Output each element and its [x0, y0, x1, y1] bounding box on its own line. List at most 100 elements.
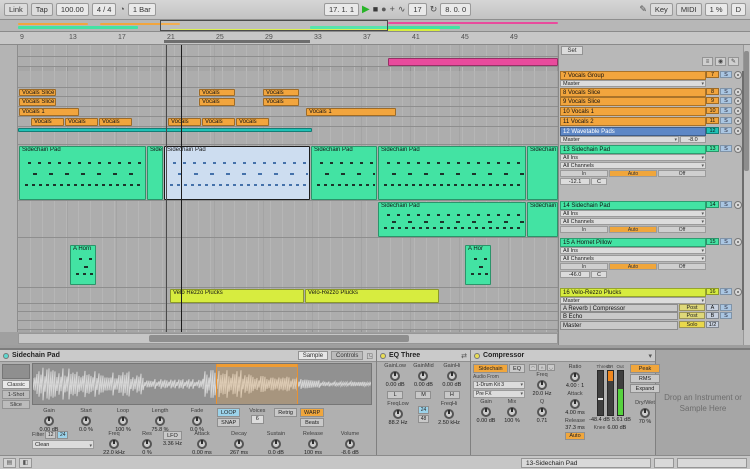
monitor-auto-button[interactable]: Auto	[609, 263, 657, 270]
env-decay-control[interactable]: Decay 267 ms	[222, 431, 256, 457]
output-routing-dropdown[interactable]: Master ▾	[560, 297, 706, 304]
drywet-control[interactable]: Dry/Wet 70 %	[629, 400, 661, 426]
midi-clip[interactable]: Sidechain Pad	[378, 202, 526, 237]
solo-button[interactable]: S	[720, 238, 732, 245]
slope-48-button[interactable]: 48	[418, 414, 429, 423]
ratio-knob[interactable]	[570, 372, 580, 382]
filter-slope-12-button[interactable]: 12	[45, 431, 57, 439]
track-header[interactable]: B Echo	[560, 312, 678, 320]
gain-low-control[interactable]: GainLow 0.00 dB	[381, 363, 409, 389]
loop-region-selection[interactable]	[215, 364, 299, 404]
start-knob[interactable]	[81, 416, 91, 426]
output-routing-dropdown[interactable]: Master ▾	[560, 136, 679, 143]
comp-attack-knob[interactable]	[570, 399, 580, 409]
peak-mode-button[interactable]: Peak	[630, 364, 660, 373]
arm-button[interactable]	[734, 127, 742, 135]
arrangement-lane[interactable]	[18, 321, 558, 330]
ruler-tick[interactable]: 49	[510, 34, 518, 41]
audio-clip[interactable]: Vocals	[31, 118, 64, 126]
arrangement-lane[interactable]: Vocals Slice Vocals Vocals	[18, 97, 558, 107]
band-mid-button[interactable]: M	[415, 391, 432, 399]
track-header[interactable]: 14 Sidechain Pad	[560, 201, 706, 210]
tempo-field[interactable]: 100.00	[55, 3, 89, 16]
freq-hi-control[interactable]: FreqHi 2.50 kHz	[435, 401, 463, 427]
track-header[interactable]: 8 Vocals Slice	[560, 88, 706, 97]
monitor-in-button[interactable]: In	[560, 263, 608, 270]
gain-knob[interactable]	[44, 416, 54, 426]
arm-button[interactable]	[734, 288, 742, 296]
audio-clip[interactable]: Vocals	[263, 98, 299, 106]
solo-button[interactable]: S	[720, 312, 732, 319]
quantize-dropdown[interactable]: 1 Bar	[127, 3, 156, 16]
loop-brace[interactable]	[164, 40, 310, 43]
audio-clip[interactable]: Vocals	[65, 118, 98, 126]
gainlow-knob[interactable]	[390, 371, 401, 381]
volume-value[interactable]: -12.1	[560, 178, 590, 185]
tab-sample[interactable]: Sample	[297, 351, 329, 360]
arrangement-lane[interactable]: A Horn A Hor	[18, 238, 558, 288]
threshold-slider[interactable]	[596, 370, 604, 416]
monitor-auto-button[interactable]: Auto	[609, 170, 657, 177]
mode-one-shot[interactable]: 1-Shot	[2, 390, 30, 399]
output-routing-dropdown[interactable]: Master ▾	[560, 80, 706, 87]
band-low-button[interactable]: L	[387, 391, 404, 399]
eq-three-activator-led[interactable]	[380, 352, 386, 359]
solo-button[interactable]: S	[720, 117, 732, 124]
sc-mix-knob[interactable]	[507, 407, 517, 417]
automation-arm-icon[interactable]: ∿	[398, 3, 406, 16]
sc-freq-knob[interactable]	[537, 380, 547, 390]
track-header[interactable]: 10 Vocals 1	[560, 107, 706, 116]
solo-button[interactable]: S	[720, 127, 732, 134]
arm-button[interactable]	[734, 107, 742, 115]
arm-button[interactable]	[734, 88, 742, 96]
freqhi-knob[interactable]	[444, 409, 454, 419]
freq-low-control[interactable]: FreqLow 88.2 Hz	[384, 401, 412, 427]
waveform-display[interactable]	[32, 363, 372, 405]
sidechain-tap-dropdown[interactable]: Pre FX ▾	[473, 390, 525, 398]
expand-panel-icon[interactable]: ◳	[366, 352, 373, 360]
midi-clip[interactable]: Sidechain Pad	[378, 146, 526, 200]
metronome-icon[interactable]: ◔	[119, 3, 124, 16]
audio-clip[interactable]: Velo Rezzo Plucks	[170, 289, 304, 303]
track-header[interactable]: Master	[560, 321, 678, 330]
slope-24-button[interactable]: 24	[418, 405, 429, 414]
track-header[interactable]: 12 Wavetable Pads	[560, 127, 706, 136]
sc-q-control[interactable]: Q 0.71	[527, 399, 557, 425]
vertical-scrollbar[interactable]	[743, 45, 750, 345]
filter-res-knob[interactable]	[142, 439, 152, 449]
gain-mid-control[interactable]: GainMid 0.00 dB	[409, 363, 437, 389]
input-routing-dropdown[interactable]: All Ins ▾	[560, 210, 706, 217]
midi-clip[interactable]: A Horn	[70, 245, 96, 285]
set-locator-button[interactable]: Set	[561, 46, 583, 55]
overview-viewport[interactable]	[160, 20, 388, 31]
stop-button[interactable]: ■	[373, 3, 378, 16]
track-header[interactable]: 9 Vocals Slice	[560, 97, 706, 106]
env-attack-control[interactable]: Attack 0.00 ms	[185, 431, 219, 457]
arrangement-lane[interactable]: Vocals Slice Vocals Vocals	[18, 88, 558, 97]
audio-clip[interactable]: Sidechain	[147, 146, 163, 200]
track-header[interactable]: 16 Velo-Rezzo Plucks	[560, 288, 706, 297]
audio-clip[interactable]: Velo-Rezzo Plucks	[305, 289, 439, 303]
zoom-thumbnail[interactable]	[2, 364, 30, 379]
solo-button[interactable]: S	[720, 97, 732, 104]
audio-clip[interactable]: Vocals	[236, 118, 269, 126]
monitor-in-button[interactable]: In	[560, 226, 608, 233]
cue-solo-button[interactable]: Solo	[679, 321, 705, 328]
audio-clip[interactable]: Vocals	[202, 118, 235, 126]
sidechain-mix-control[interactable]: Mix 100 %	[499, 399, 525, 425]
volume-value[interactable]: -46.0	[560, 271, 590, 278]
ruler-tick[interactable]: 29	[265, 34, 273, 41]
release-knob[interactable]	[307, 439, 318, 449]
env-sustain-control[interactable]: Sustain 0.0 dB	[259, 431, 293, 457]
env-release-control[interactable]: Release 100 ms	[296, 431, 330, 457]
filter-type-dropdown[interactable]: Clean ▾	[32, 440, 94, 449]
expand-mode-button[interactable]: Expand	[630, 384, 660, 393]
filter-res-control[interactable]: Res 0 %	[134, 431, 160, 457]
ruler-tick[interactable]: 13	[69, 34, 77, 41]
loop-length-field[interactable]: 8. 0. 0	[440, 3, 472, 16]
time-signature-field[interactable]: 4 / 4	[91, 3, 117, 16]
track-header[interactable]: A Reverb | Compressor	[560, 304, 678, 312]
audio-clip[interactable]: Vocals 1	[306, 108, 396, 116]
track-lanes[interactable]: Vocals Slice Vocals Vocals Vocals Slice Voca…	[18, 45, 558, 332]
pan-value[interactable]: C	[591, 271, 607, 278]
